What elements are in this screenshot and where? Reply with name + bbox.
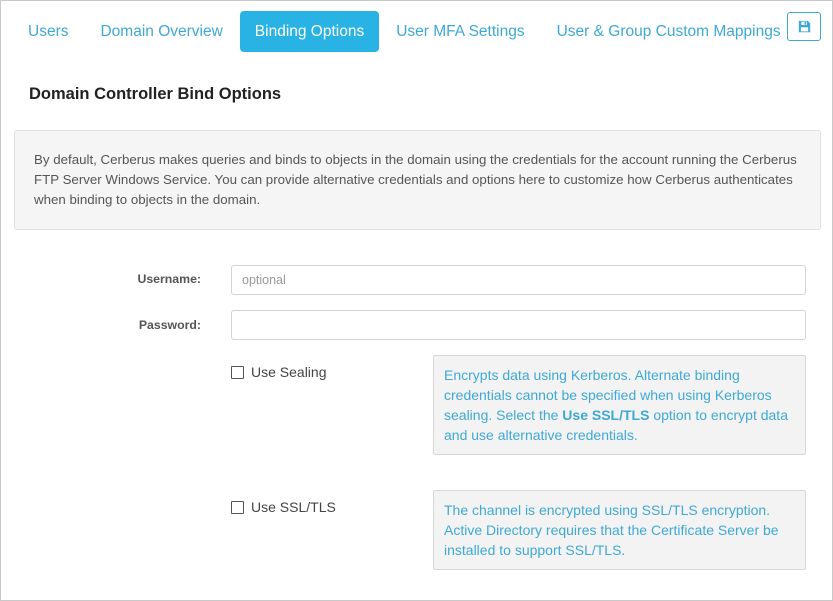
use-ssl-checkbox-row[interactable]: Use SSL/TLS xyxy=(231,499,336,515)
tab-user-group-custom-mappings[interactable]: User & Group Custom Mappings xyxy=(542,11,796,52)
use-ssl-checkbox[interactable] xyxy=(231,500,244,514)
username-label: Username: xyxy=(137,272,201,286)
sealing-help-bold: Use SSL/TLS xyxy=(562,407,650,423)
use-ssl-label: Use SSL/TLS xyxy=(251,499,336,515)
username-input[interactable] xyxy=(231,265,806,295)
info-box: By default, Cerberus makes queries and b… xyxy=(14,130,821,230)
use-ssl-help: The channel is encrypted using SSL/TLS e… xyxy=(433,490,806,570)
tab-users[interactable]: Users xyxy=(13,11,83,52)
save-button[interactable] xyxy=(787,12,821,41)
password-label: Password: xyxy=(138,318,201,332)
tab-binding-options[interactable]: Binding Options xyxy=(239,11,380,52)
save-icon xyxy=(798,20,811,33)
tab-bar: Users Domain Overview Binding Options Us… xyxy=(13,11,798,52)
use-sealing-checkbox[interactable] xyxy=(231,365,244,379)
use-sealing-checkbox-row[interactable]: Use Sealing xyxy=(231,364,327,380)
use-sealing-help: Encrypts data using Kerberos. Alternate … xyxy=(433,355,806,455)
tab-user-mfa-settings[interactable]: User MFA Settings xyxy=(381,11,539,52)
app-frame: Users Domain Overview Binding Options Us… xyxy=(0,0,833,601)
use-sealing-label: Use Sealing xyxy=(251,364,327,380)
section-title: Domain Controller Bind Options xyxy=(29,85,282,103)
tab-domain-overview[interactable]: Domain Overview xyxy=(85,11,237,52)
password-input[interactable] xyxy=(231,310,806,340)
